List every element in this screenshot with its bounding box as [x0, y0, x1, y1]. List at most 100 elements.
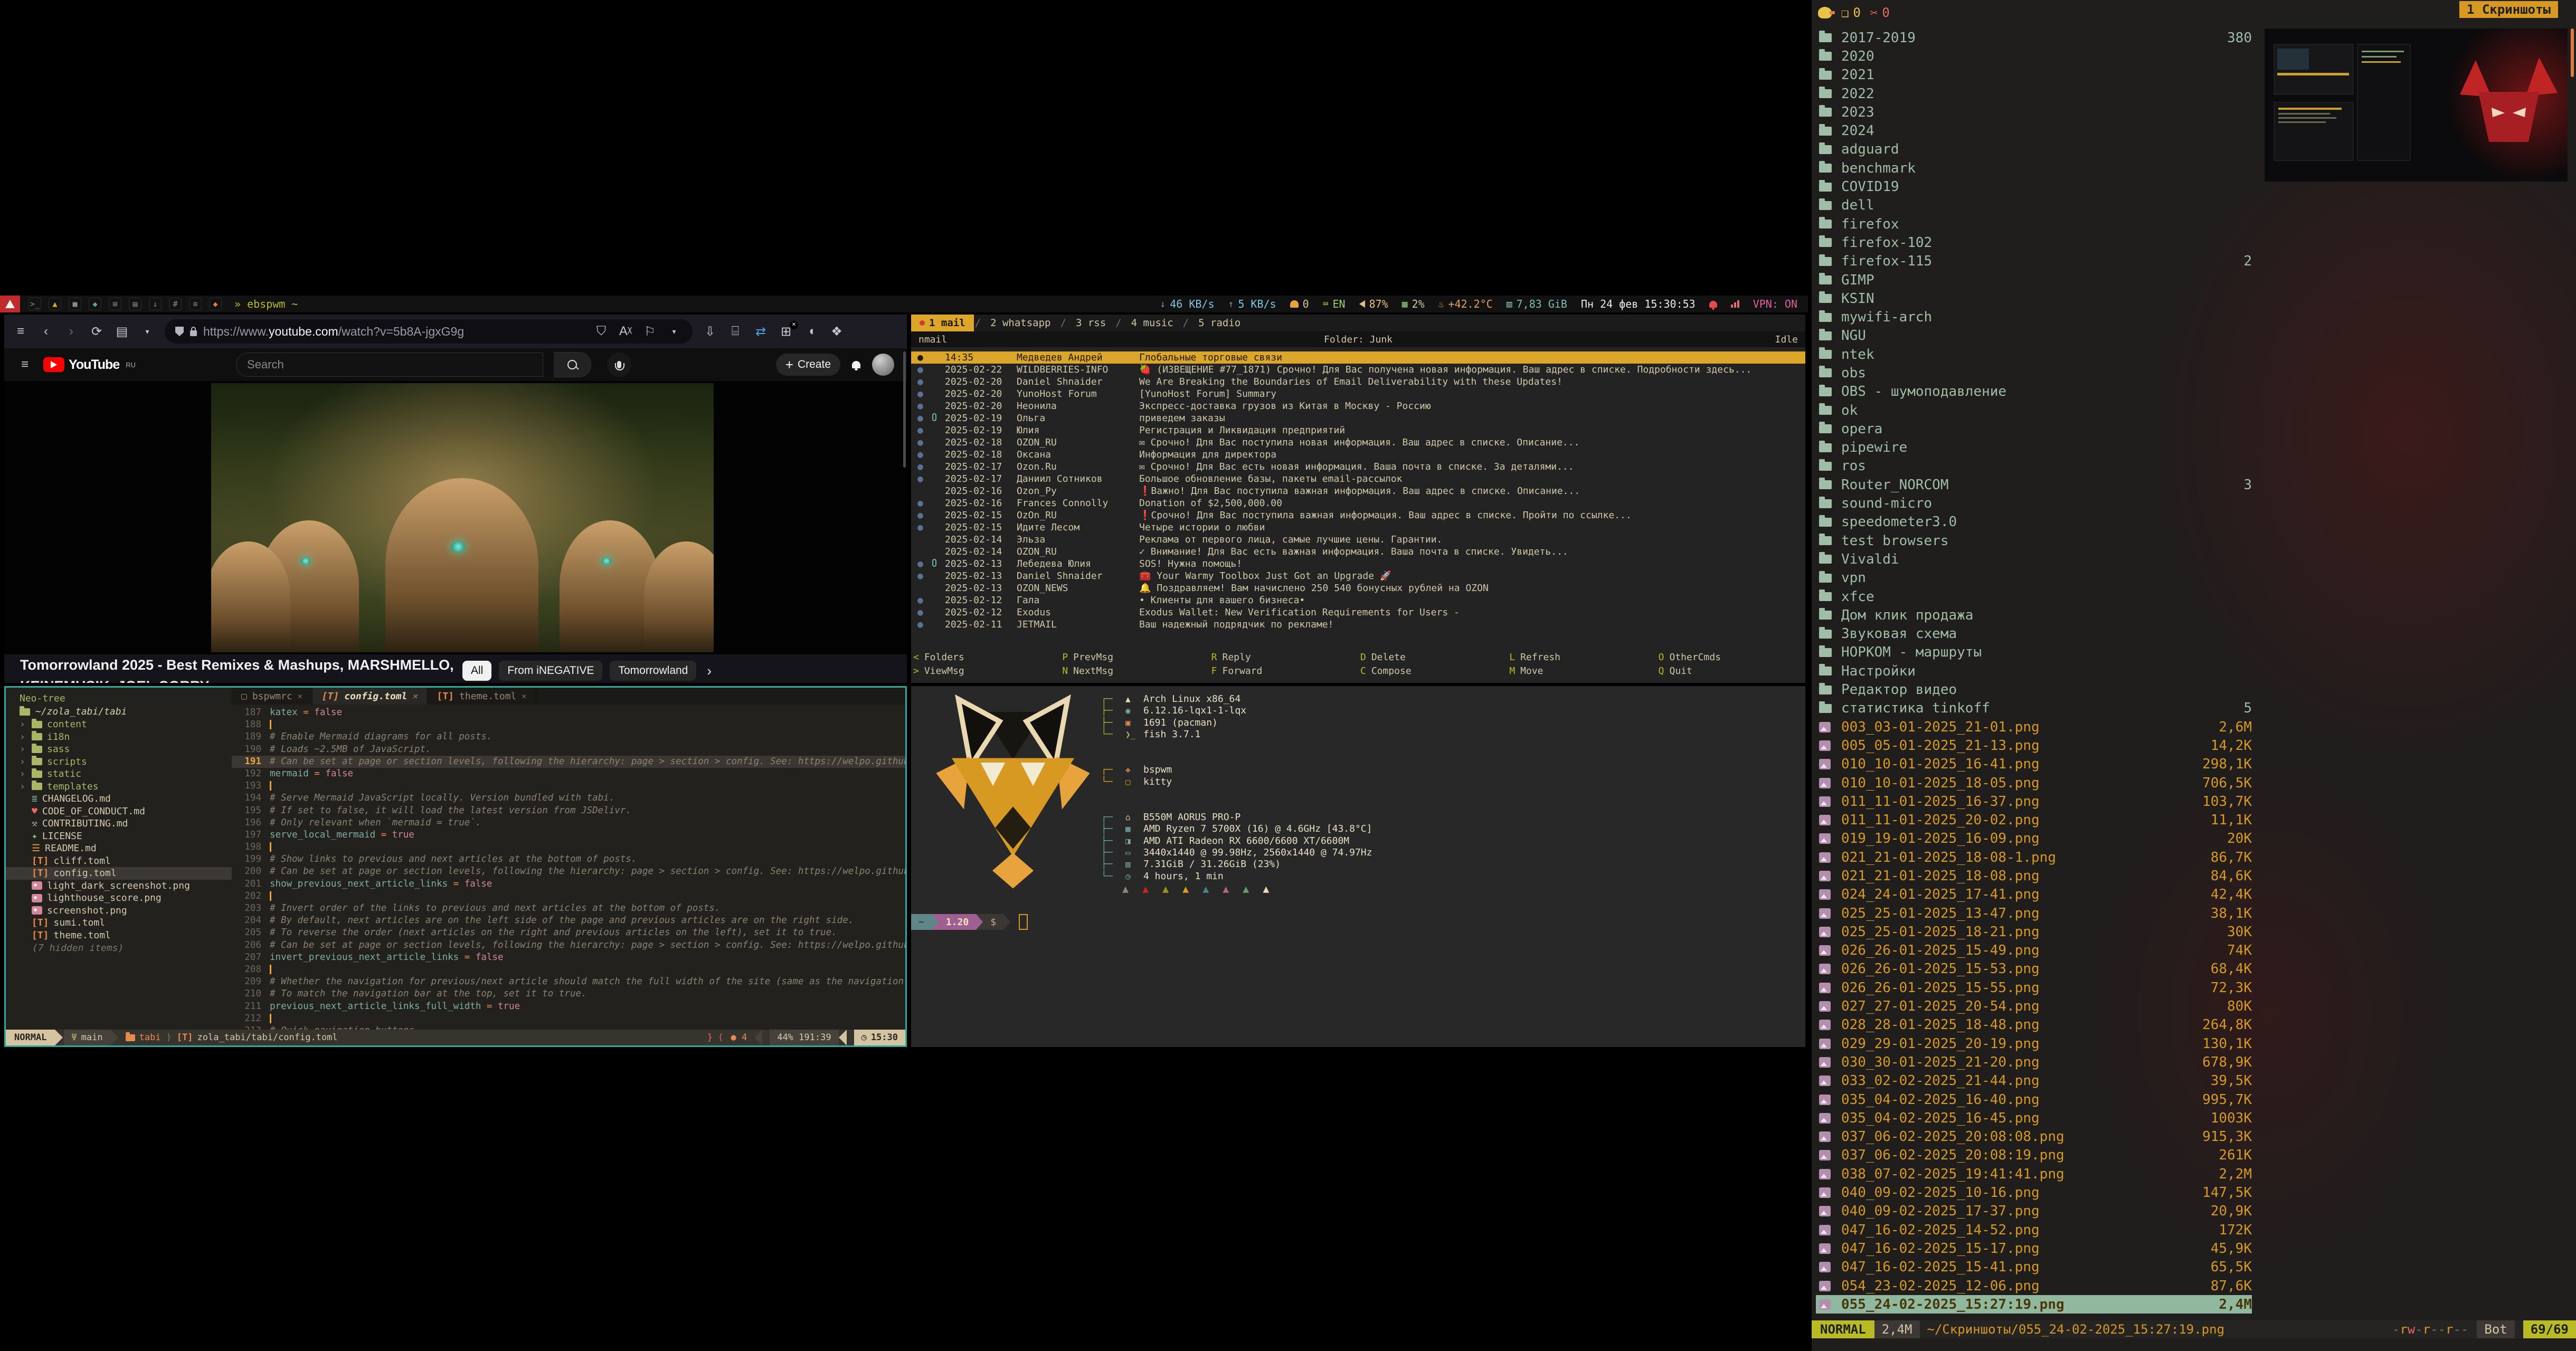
file-row[interactable]: НОРКОМ - маршруты [1816, 643, 2252, 662]
file-row[interactable]: GIMP [1816, 271, 2252, 289]
file-row[interactable]: 035_04-02-2025_16-45.png1003K [1816, 1109, 2252, 1127]
mail-row[interactable]: 2025-02-13OZON_NEWS🔔 Поздравляем! Вам на… [911, 582, 1805, 594]
file-row[interactable]: adguard [1816, 140, 2252, 159]
mail-row[interactable]: ●2025-02-15OzOn_RU❗Срочно! Для Вас посту… [911, 509, 1805, 521]
help-binding[interactable]: CCompose [1358, 665, 1507, 677]
close-icon[interactable]: ✕ [522, 691, 526, 701]
filter-chip[interactable]: From iNEGATIVE [499, 661, 602, 681]
help-binding[interactable]: FForward [1209, 665, 1358, 677]
help-binding[interactable]: MMove [1507, 665, 1656, 677]
file-row[interactable]: Дом клик продажа [1816, 606, 2252, 624]
tree-file[interactable]: [T]sumi.toml [6, 917, 232, 929]
filter-chip[interactable]: All [462, 661, 491, 681]
workspace-icon-chat[interactable]: ◆ [89, 298, 101, 310]
mail-row[interactable]: ●2025-02-12Гала• Клиенты для вашего бизн… [911, 594, 1805, 606]
help-binding[interactable]: NNextMsg [1060, 665, 1209, 677]
tree-folder[interactable]: ›sass [6, 743, 232, 756]
file-row[interactable]: 003_03-01-2025_21-01.png2,6M [1816, 718, 2252, 736]
mail-tab-3[interactable]: 3 rss [1067, 315, 1114, 331]
editor-tab[interactable]: ▢bspwmrc✕ [232, 688, 312, 705]
mail-row[interactable]: ●2025-02-20НеонилаЭкспресс-доставка груз… [911, 400, 1805, 412]
arch-launcher-button[interactable] [0, 296, 20, 312]
mail-row[interactable]: ●2025-02-17Даниил СотниковБольшое обновл… [911, 473, 1805, 485]
workspace-icon-windows[interactable]: ⊞ [109, 298, 121, 310]
file-row[interactable]: 037_06-02-2025_20:08:19.png261K [1816, 1146, 2252, 1165]
downloads-icon[interactable]: ⇩ [702, 324, 718, 339]
file-row[interactable]: test browsers [1816, 531, 2252, 550]
file-row[interactable]: 019_19-01-2025_16-09.png20K [1816, 830, 2252, 848]
mail-row[interactable]: ●2025-02-12ExodusExodus Wallet: New Veri… [911, 606, 1805, 619]
file-row[interactable]: 026_26-01-2025_15-53.png68,4K [1816, 960, 2252, 978]
file-row[interactable]: 040_09-02-2025_17-37.png20,9K [1816, 1202, 2252, 1221]
editor-tab[interactable]: [T]config.toml✕ [312, 688, 428, 705]
back-icon[interactable]: ‹ [38, 324, 54, 339]
kitty-terminal-window[interactable]: ┌─▲Arch Linux x86_64├─◉6.12.16-lqx1-1-lq… [911, 686, 1805, 1047]
file-row[interactable]: 026_26-01-2025_15-55.png72,3K [1816, 978, 2252, 997]
mail-row[interactable]: ●2025-02-18ОксанаИнформация для директор… [911, 449, 1805, 461]
file-row[interactable]: 010_10-01-2025_18-05.png706,5K [1816, 774, 2252, 792]
tree-file[interactable]: lighthouse_score.png [6, 892, 232, 905]
tree-file[interactable]: ♥CODE_OF_CONDUCT.md [6, 805, 232, 818]
file-row[interactable]: 2022 [1816, 84, 2252, 103]
help-binding[interactable]: RReply [1209, 652, 1358, 663]
mail-row[interactable]: ●2025-02-16Frances ConnollyDonation of $… [911, 497, 1805, 509]
tree-file[interactable]: light_dark_screenshot.png [6, 880, 232, 892]
file-row[interactable]: ros [1816, 457, 2252, 475]
workspace-icon-media[interactable]: ▤ [129, 298, 141, 310]
file-row[interactable]: mywifi-arch [1816, 308, 2252, 326]
file-row[interactable]: 030_30-01-2025_21-20.png678,9K [1816, 1053, 2252, 1071]
file-row[interactable]: 2024 [1816, 121, 2252, 140]
yazi-tab-badge[interactable]: 1 Скриншоты [2459, 1, 2558, 18]
mail-tab-4[interactable]: 4 music [1123, 315, 1182, 331]
sidebar-icon[interactable]: ▤ [114, 324, 130, 339]
file-row[interactable]: 025_25-01-2025_18-21.png30K [1816, 922, 2252, 941]
tree-folder[interactable]: ›static [6, 768, 232, 781]
file-row[interactable]: Редактор видео [1816, 680, 2252, 699]
workspace-icon-list[interactable]: ≡ [189, 298, 202, 310]
file-row[interactable]: firefox-1152 [1816, 252, 2252, 271]
tree-folder[interactable]: ›templates [6, 781, 232, 793]
mail-row[interactable]: ●2025-02-20Daniel ShnaiderWe Are Breakin… [911, 376, 1805, 388]
file-row[interactable]: 054_23-02-2025_12-06.png87,6K [1816, 1277, 2252, 1295]
file-row[interactable]: 2023 [1816, 103, 2252, 121]
reload-icon[interactable]: ⟳ [89, 324, 105, 339]
file-row[interactable]: Настройки [1816, 662, 2252, 680]
file-row[interactable]: OBS - шумоподавление [1816, 383, 2252, 401]
mail-row[interactable]: 2025-02-16Ozon_Py❗Важно! Для Вас поступи… [911, 485, 1805, 497]
file-row[interactable]: 011_11-01-2025_20-02.png11,1K [1816, 811, 2252, 829]
editor-tab[interactable]: [T]theme.toml✕ [428, 688, 537, 705]
rss-icon[interactable]: ⛉ [593, 324, 609, 339]
video-player[interactable] [4, 381, 907, 654]
workspace-icon-grid[interactable]: # [169, 298, 182, 310]
tree-file[interactable]: [T]theme.toml [6, 929, 232, 942]
file-row[interactable]: Звуковая схема [1816, 625, 2252, 643]
create-button[interactable]: +Create [776, 354, 840, 376]
mail-row[interactable]: ●14:35Медведев АндрейГлобальные торговые… [911, 351, 1805, 364]
workspace-icon-kitty[interactable]: ▲ [49, 298, 61, 310]
file-row[interactable]: vpn [1816, 569, 2252, 587]
toolbar-dropdown-icon[interactable]: ▾ [139, 327, 155, 336]
help-binding[interactable]: PPrevMsg [1060, 652, 1209, 663]
tree-root[interactable]: ~/zola_tabi/tabi [6, 705, 232, 718]
file-row[interactable]: KSIN [1816, 289, 2252, 308]
mail-row[interactable]: ●2025-02-11JETMAILВаш надежный подрядчик… [911, 619, 1805, 631]
file-row[interactable]: 025_25-01-2025_13-47.png38,1K [1816, 904, 2252, 922]
reader-mode-icon[interactable]: Aᵡ [618, 324, 633, 339]
avatar[interactable] [872, 354, 894, 376]
file-row[interactable]: speedometer3.0 [1816, 513, 2252, 531]
code-area[interactable]: 187katex = false188189# Enable Mermaid d… [232, 707, 905, 1030]
mail-tab-5[interactable]: 5 radio [1190, 315, 1249, 331]
container-mask-icon[interactable]: ◖ [803, 324, 819, 339]
tree-file[interactable]: ☰README.md [6, 842, 232, 855]
notifications-bell-icon[interactable] [852, 361, 860, 368]
help-binding[interactable]: QQuit [1656, 665, 1805, 677]
mail-row[interactable]: ●2025-02-13Лебедева ЮлияSOS! Нужна помощ… [911, 558, 1805, 570]
tree-folder[interactable]: ›scripts [6, 756, 232, 768]
file-row[interactable]: COVID19 [1816, 177, 2252, 196]
file-row[interactable]: Router_NORCOM3 [1816, 475, 2252, 494]
extensions-icon[interactable]: ❖ [829, 324, 845, 339]
file-row[interactable]: 028_28-01-2025_18-48.png264,8K [1816, 1016, 2252, 1034]
file-row[interactable]: 2021 [1816, 66, 2252, 84]
mail-row[interactable]: ●2025-02-17Ozon.Ru✉ Срочно! Для Вас есть… [911, 461, 1805, 473]
file-row[interactable]: 2017-2019380 [1816, 28, 2252, 47]
